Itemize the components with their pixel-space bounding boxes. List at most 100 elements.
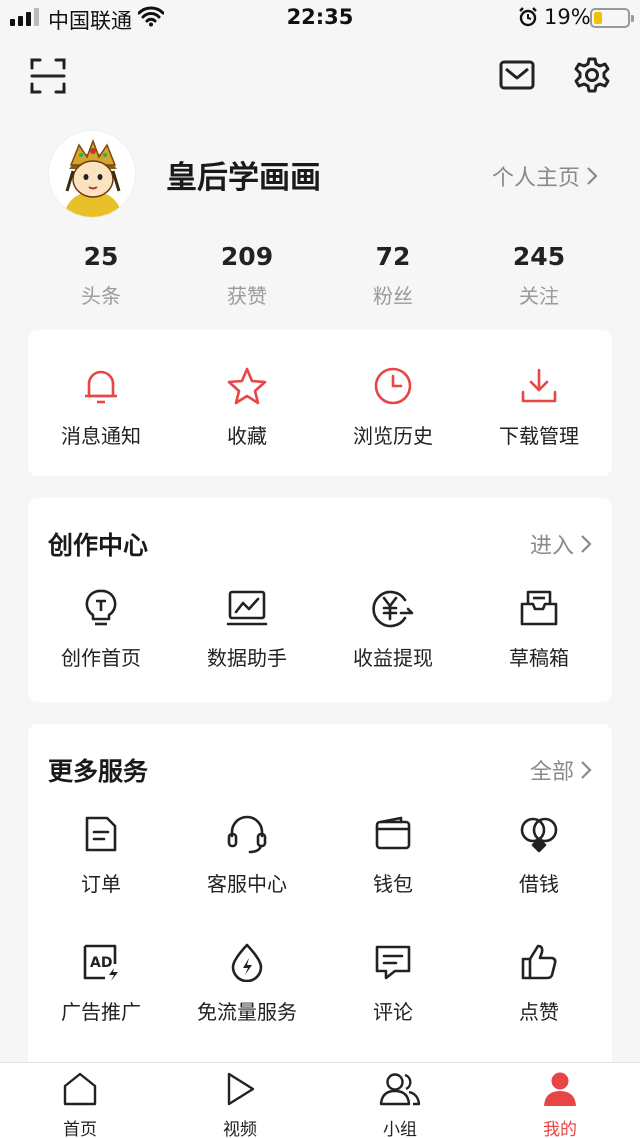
loan-icon: [520, 817, 558, 853]
chevron-right-icon: [581, 761, 592, 779]
tab-label: 首页: [63, 1120, 97, 1138]
creator-item-label: 数据助手: [207, 646, 287, 670]
thumbs-up-icon: [521, 944, 557, 980]
stat-value: 72: [375, 242, 411, 271]
gear-icon: [574, 57, 610, 93]
creator-item-earnings[interactable]: 收益提现: [320, 586, 466, 671]
yen-exchange-icon: [372, 590, 414, 628]
tab-video[interactable]: 视频: [160, 1071, 320, 1138]
service-item-label: 点赞: [519, 1000, 559, 1024]
bottom-tab-bar: 首页 视频 小组 我的: [0, 1062, 640, 1138]
creator-item-label: 草稿箱: [509, 646, 569, 670]
comment-icon: [375, 945, 411, 980]
user-icon: [544, 1072, 576, 1106]
avatar-illustration: [49, 131, 135, 217]
stats-row: 25 头条 209 获赞 72 粉丝 245 关注: [28, 240, 612, 310]
quick-action-downloads[interactable]: 下载管理: [466, 364, 612, 449]
quick-action-label: 收藏: [227, 424, 267, 448]
service-item-label: 免流量服务: [197, 1000, 297, 1024]
headset-icon: [227, 815, 267, 854]
document-icon: [85, 816, 117, 852]
quick-action-favorites[interactable]: 收藏: [174, 364, 320, 449]
home-icon: [63, 1072, 97, 1106]
service-item-orders[interactable]: 订单: [28, 812, 174, 897]
avatar[interactable]: [48, 130, 136, 218]
tab-label: 我的: [543, 1120, 577, 1138]
bell-icon: [85, 370, 117, 404]
stat-label: 粉丝: [373, 284, 413, 308]
more-services-all-label: 全部: [529, 760, 574, 785]
stat-label: 获赞: [227, 284, 267, 308]
service-item-wallet[interactable]: 钱包: [320, 812, 466, 897]
homepage-label: 个人主页: [492, 166, 581, 191]
scan-icon: [30, 58, 66, 94]
creator-item-drafts[interactable]: 草稿箱: [466, 586, 612, 671]
battery-percent: 19%: [544, 5, 591, 29]
alarm-icon: [519, 7, 537, 27]
mail-icon: [499, 60, 535, 90]
ad-icon: AD: [83, 944, 118, 981]
lightbulb-icon: [85, 589, 117, 626]
stat-label: 关注: [519, 284, 559, 308]
clock-icon: [374, 367, 412, 405]
quick-actions-card: 消息通知 收藏 浏览历史 下载管理: [28, 330, 612, 476]
stat-value: 209: [220, 242, 274, 271]
service-item-ads[interactable]: AD 广告推广: [28, 940, 174, 1025]
svg-text:AD: AD: [90, 955, 112, 971]
quick-action-history[interactable]: 浏览历史: [320, 364, 466, 449]
data-drop-icon: [231, 943, 263, 982]
creator-item-label: 收益提现: [353, 646, 433, 670]
creator-center-enter[interactable]: 进入: [530, 528, 592, 560]
tab-label: 小组: [383, 1120, 417, 1138]
stat-value: 245: [512, 242, 566, 271]
chart-monitor-icon: [226, 590, 268, 626]
tab-me[interactable]: 我的: [480, 1071, 640, 1138]
service-item-label: 客服中心: [207, 872, 287, 896]
quick-action-label: 下载管理: [499, 424, 579, 448]
stat-value: 25: [83, 242, 119, 271]
more-services-title: 更多服务: [48, 757, 149, 786]
scan-button[interactable]: [26, 54, 70, 98]
battery-icon: [590, 8, 634, 28]
status-bar: 中国联通 22:35 19%: [0, 0, 640, 36]
service-item-label: 订单: [81, 872, 121, 896]
star-icon: [227, 367, 267, 405]
stat-likes[interactable]: 209 获赞: [174, 240, 320, 309]
draft-box-icon: [520, 590, 558, 626]
creator-item-data[interactable]: 数据助手: [174, 586, 320, 671]
service-item-loan[interactable]: 借钱: [466, 812, 612, 897]
user-nickname: 皇后学画画: [166, 160, 321, 196]
more-services-all[interactable]: 全部: [530, 754, 592, 786]
quick-action-label: 浏览历史: [353, 424, 433, 448]
play-icon: [227, 1072, 255, 1106]
wallet-icon: [375, 816, 411, 850]
group-icon: [379, 1073, 421, 1106]
service-item-label: 借钱: [519, 872, 559, 896]
tab-home[interactable]: 首页: [0, 1071, 160, 1138]
creator-center-title: 创作中心: [48, 531, 149, 560]
tab-label: 视频: [223, 1120, 257, 1138]
settings-button[interactable]: [571, 54, 613, 96]
creator-item-home[interactable]: 创作首页: [28, 586, 174, 671]
quick-action-notifications[interactable]: 消息通知: [28, 364, 174, 449]
chevron-right-icon: [587, 167, 598, 185]
tab-group[interactable]: 小组: [320, 1071, 480, 1138]
creator-item-label: 创作首页: [61, 646, 141, 670]
message-button[interactable]: [496, 54, 538, 96]
stat-following[interactable]: 245 关注: [466, 240, 612, 309]
more-services-card: 更多服务 全部 订单 客服中心 钱包 借钱 AD 广告推广 免流量服务 评论 点…: [28, 724, 612, 1074]
creator-center-card: 创作中心 进入 创作首页 数据助手 收益提现 草稿箱: [28, 498, 612, 702]
service-item-free-data[interactable]: 免流量服务: [174, 940, 320, 1025]
service-item-likes[interactable]: 点赞: [466, 940, 612, 1025]
creator-center-enter-label: 进入: [529, 534, 574, 559]
service-item-customer-service[interactable]: 客服中心: [174, 812, 320, 897]
stat-toutiao[interactable]: 25 头条: [28, 240, 174, 309]
service-item-label: 钱包: [373, 872, 413, 896]
chevron-right-icon: [581, 535, 592, 553]
stat-followers[interactable]: 72 粉丝: [320, 240, 466, 309]
download-icon: [521, 368, 557, 403]
service-item-label: 评论: [373, 1000, 413, 1024]
service-item-comments[interactable]: 评论: [320, 940, 466, 1025]
homepage-link[interactable]: 个人主页: [492, 160, 598, 192]
quick-action-label: 消息通知: [61, 424, 141, 448]
